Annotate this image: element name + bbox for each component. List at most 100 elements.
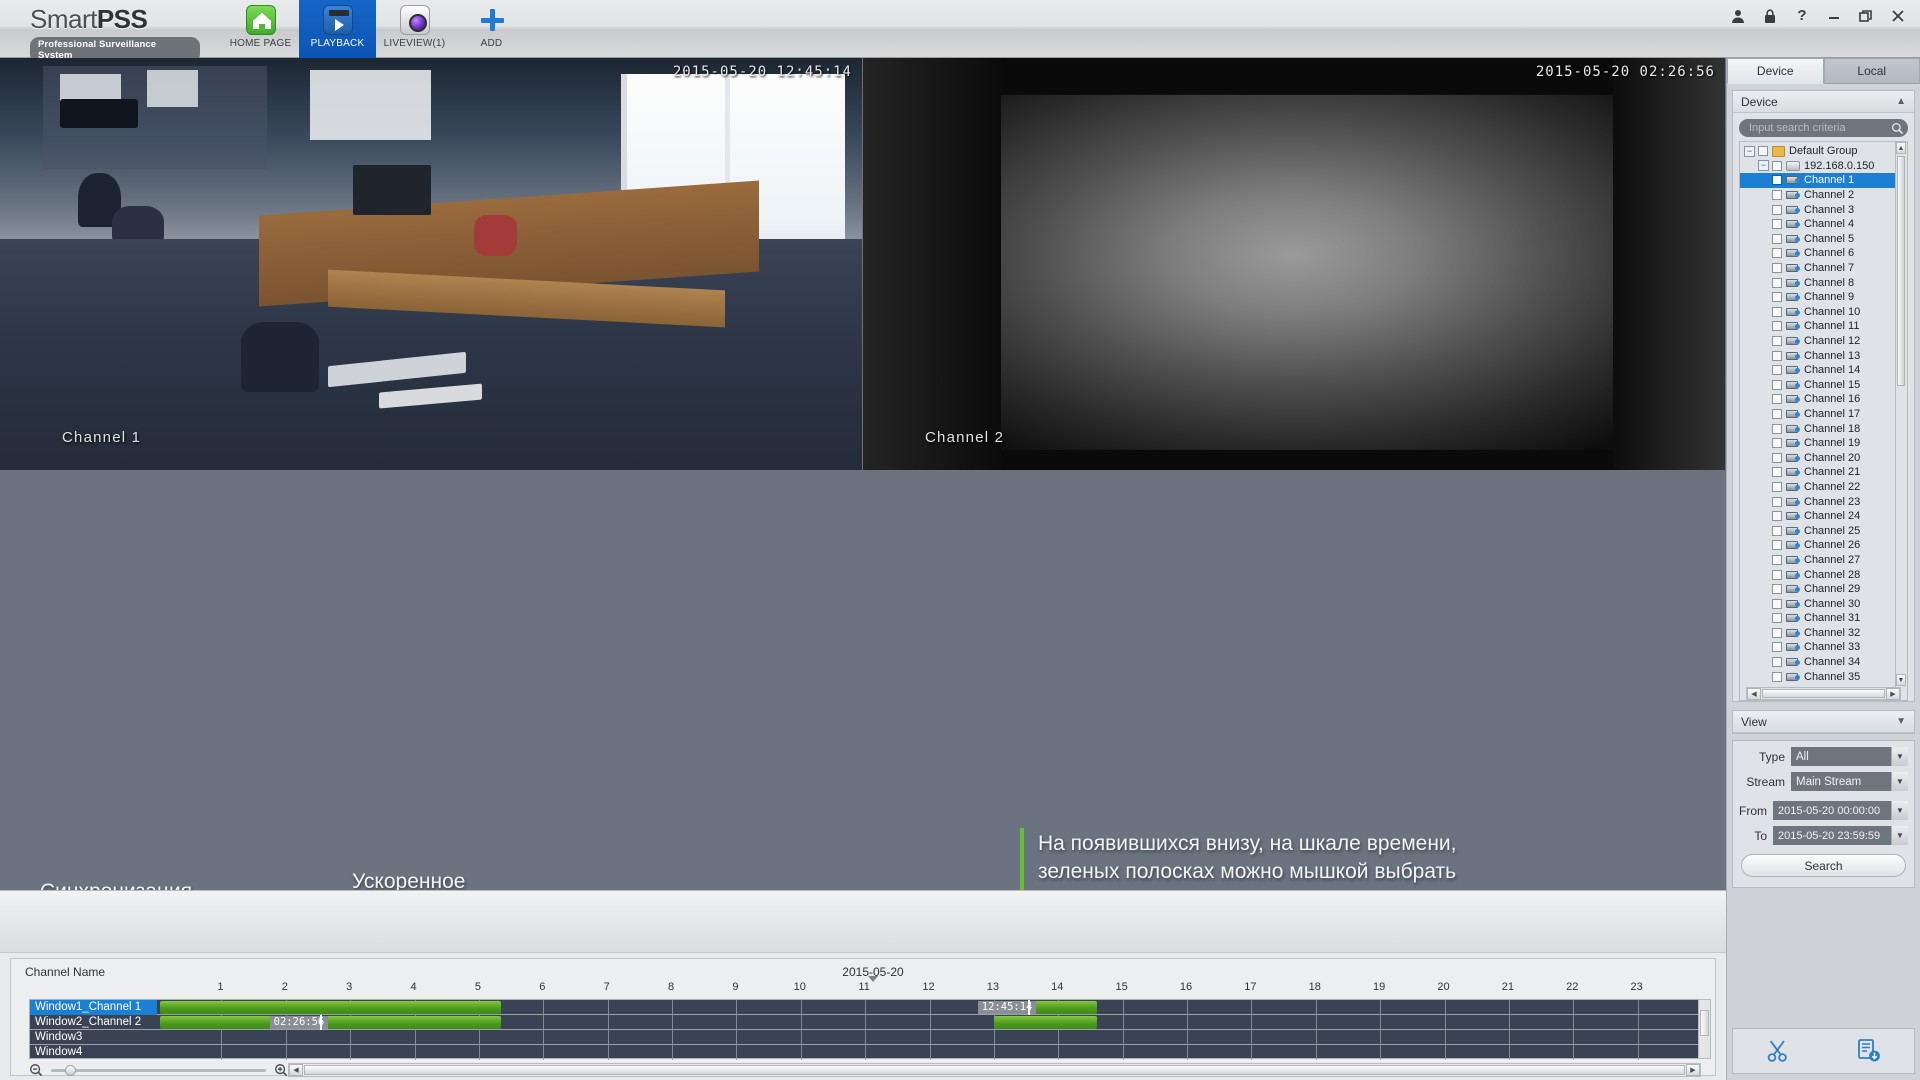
scroll-thumb[interactable]	[304, 1065, 1685, 1075]
timeline-lane-track[interactable]: 12:45:14	[157, 1000, 1700, 1015]
tree-channel-27[interactable]: Channel 27	[1740, 553, 1907, 568]
tree-checkbox[interactable]	[1772, 394, 1782, 405]
to-dropdown-arrow[interactable]: ▼	[1891, 826, 1908, 845]
tree-checkbox[interactable]	[1772, 598, 1782, 609]
tree-channel-1[interactable]: Channel 1	[1740, 173, 1907, 188]
device-tree[interactable]: − Default Group − 192.168.0.150 Channel 1 Cha…	[1739, 141, 1908, 701]
tree-channel-17[interactable]: Channel 17	[1740, 407, 1907, 422]
tree-checkbox[interactable]	[1772, 321, 1782, 332]
tree-channel-14[interactable]: Channel 14	[1740, 363, 1907, 378]
video-pane-channel-2[interactable]: 2015-05-20 02:26:56 Channel 2	[863, 58, 1725, 470]
tree-horizontal-scrollbar[interactable]: ◀ ▶	[1746, 687, 1901, 700]
tree-checkbox[interactable]	[1772, 277, 1782, 288]
zoom-in-icon[interactable]	[274, 1063, 288, 1077]
tree-checkbox[interactable]	[1772, 496, 1782, 507]
stream-select[interactable]: Main Stream	[1791, 772, 1891, 791]
tree-channel-33[interactable]: Channel 33	[1740, 640, 1907, 655]
tree-channel-10[interactable]: Channel 10	[1740, 305, 1907, 320]
tree-channel-4[interactable]: Channel 4	[1740, 217, 1907, 232]
restore-icon[interactable]	[1858, 8, 1874, 24]
chevron-down-icon[interactable]: ▼	[1896, 716, 1906, 727]
tab-local[interactable]: Local	[1823, 58, 1920, 84]
export-file-icon[interactable]	[1856, 1038, 1882, 1064]
tree-checkbox[interactable]	[1772, 263, 1782, 274]
timeline-lane[interactable]: Window1_Channel 1 12:45:14	[30, 1000, 1700, 1015]
tree-channel-23[interactable]: Channel 23	[1740, 494, 1907, 509]
scroll-right-arrow[interactable]: ▶	[1686, 1064, 1700, 1076]
type-dropdown-arrow[interactable]: ▼	[1891, 747, 1908, 766]
tree-collapse-toggle[interactable]: −	[1758, 160, 1769, 172]
device-search-row[interactable]	[1739, 119, 1908, 137]
tree-channel-20[interactable]: Channel 20	[1740, 450, 1907, 465]
tree-channel-28[interactable]: Channel 28	[1740, 567, 1907, 582]
tree-checkbox[interactable]	[1772, 350, 1782, 361]
tree-channel-25[interactable]: Channel 25	[1740, 523, 1907, 538]
timeline-lane-label[interactable]: Window3	[30, 1030, 157, 1045]
tree-checkbox[interactable]	[1772, 569, 1782, 580]
tree-channel-32[interactable]: Channel 32	[1740, 626, 1907, 641]
tree-scroll-left[interactable]: ◀	[1747, 687, 1761, 700]
tree-checkbox[interactable]	[1758, 146, 1768, 157]
tree-scroll-thumb[interactable]	[1897, 156, 1905, 386]
tree-channel-30[interactable]: Channel 30	[1740, 596, 1907, 611]
tree-channel-5[interactable]: Channel 5	[1740, 232, 1907, 247]
tree-checkbox[interactable]	[1772, 584, 1782, 595]
timeline-vertical-scrollbar[interactable]	[1698, 999, 1711, 1059]
tree-channel-18[interactable]: Channel 18	[1740, 421, 1907, 436]
tree-channel-22[interactable]: Channel 22	[1740, 480, 1907, 495]
tree-checkbox[interactable]	[1772, 160, 1782, 171]
tree-checkbox[interactable]	[1772, 175, 1782, 186]
tree-channel-21[interactable]: Channel 21	[1740, 465, 1907, 480]
tree-channel-8[interactable]: Channel 8	[1740, 275, 1907, 290]
recording-segment[interactable]	[160, 1001, 502, 1014]
tree-hscroll-thumb[interactable]	[1762, 689, 1885, 698]
tree-channel-24[interactable]: Channel 24	[1740, 509, 1907, 524]
timeline-lane-label[interactable]: Window2_Channel 2	[30, 1015, 157, 1030]
search-input[interactable]	[1739, 122, 1891, 134]
tree-channel-6[interactable]: Channel 6	[1740, 246, 1907, 261]
playhead-cursor[interactable]	[1027, 1000, 1030, 1015]
tree-checkbox[interactable]	[1772, 306, 1782, 317]
tree-checkbox[interactable]	[1772, 438, 1782, 449]
tree-checkbox[interactable]	[1772, 379, 1782, 390]
tree-channel-2[interactable]: Channel 2	[1740, 188, 1907, 203]
tree-channel-19[interactable]: Channel 19	[1740, 436, 1907, 451]
tree-channel-29[interactable]: Channel 29	[1740, 582, 1907, 597]
tab-device[interactable]: Device	[1727, 58, 1824, 84]
tree-channel-16[interactable]: Channel 16	[1740, 392, 1907, 407]
video-pane-4[interactable]	[863, 471, 1725, 883]
type-select[interactable]: All	[1791, 747, 1891, 766]
tree-channel-7[interactable]: Channel 7	[1740, 261, 1907, 276]
help-icon[interactable]: ?	[1794, 8, 1810, 24]
recording-segment[interactable]	[993, 1016, 1097, 1029]
tree-checkbox[interactable]	[1772, 292, 1782, 303]
video-pane-channel-1[interactable]: 2015-05-20 12:45:14 Channel 1	[0, 58, 862, 470]
tree-collapse-toggle[interactable]: −	[1744, 145, 1755, 157]
search-icon[interactable]	[1891, 121, 1904, 136]
nav-home-page[interactable]: HOME PAGE	[222, 0, 299, 58]
zoom-slider-knob[interactable]	[65, 1065, 76, 1076]
timeline-lane-track[interactable]	[157, 1045, 1700, 1060]
tree-checkbox[interactable]	[1772, 204, 1782, 215]
tree-checkbox[interactable]	[1772, 554, 1782, 565]
device-panel-header[interactable]: Device ▲	[1733, 91, 1914, 113]
tree-vertical-scrollbar[interactable]: ▲ ▼	[1895, 142, 1907, 700]
timeline-lane[interactable]: Window2_Channel 2 02:26:56	[30, 1015, 1700, 1030]
lock-icon[interactable]	[1762, 8, 1778, 24]
playhead-cursor[interactable]	[319, 1015, 322, 1030]
tree-checkbox[interactable]	[1772, 248, 1782, 259]
timeline-lane-label[interactable]: Window1_Channel 1	[30, 1000, 157, 1015]
timeline-zoom-slider[interactable]	[51, 1062, 266, 1078]
tree-checkbox[interactable]	[1772, 511, 1782, 522]
stream-dropdown-arrow[interactable]: ▼	[1891, 772, 1908, 791]
tree-checkbox[interactable]	[1772, 336, 1782, 347]
tree-channel-11[interactable]: Channel 11	[1740, 319, 1907, 334]
tree-checkbox[interactable]	[1772, 642, 1782, 653]
tree-checkbox[interactable]	[1772, 423, 1782, 434]
tree-checkbox[interactable]	[1772, 525, 1782, 536]
tree-channel-9[interactable]: Channel 9	[1740, 290, 1907, 305]
tree-checkbox[interactable]	[1772, 190, 1782, 201]
tree-channel-35[interactable]: Channel 35	[1740, 669, 1907, 684]
to-datetime-field[interactable]: 2015-05-20 23:59:59	[1773, 826, 1891, 845]
tree-checkbox[interactable]	[1772, 467, 1782, 478]
